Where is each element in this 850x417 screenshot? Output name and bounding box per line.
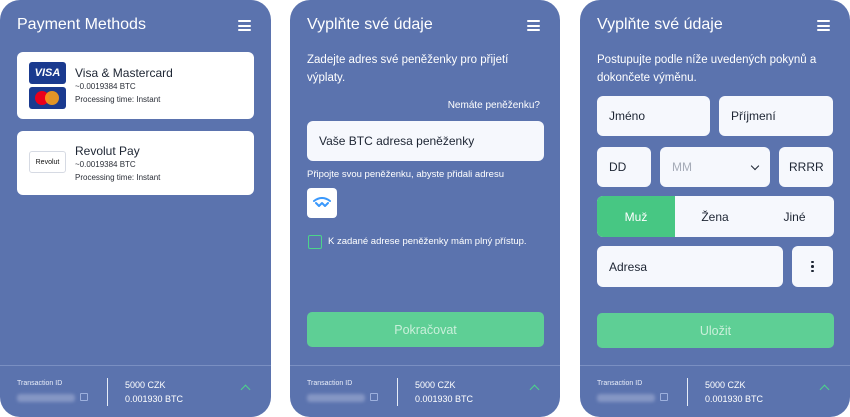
transaction-id-label: Transaction ID (17, 380, 63, 387)
payment-method-card-visa-mastercard[interactable]: VISA Visa & Mastercard ~0.0019384 BTC Pr… (17, 52, 254, 119)
save-button[interactable]: Uložit (597, 313, 834, 348)
birth-month-value: MM (672, 160, 692, 174)
payment-method-time: Processing time: Instant (75, 173, 161, 182)
intro-text: Postupujte podle níže uvedených pokynů a… (597, 54, 817, 84)
transaction-id-label: Transaction ID (307, 380, 353, 387)
transaction-id-value-blurred (17, 394, 75, 402)
last-name-input[interactable]: Příjmení (719, 96, 833, 136)
transaction-footer: Transaction ID 5000 CZK 0.001930 BTC (290, 365, 560, 417)
payment-method-amount: ~0.0019384 BTC (75, 82, 136, 91)
walletconnect-button[interactable] (307, 188, 337, 218)
chevron-down-icon (750, 161, 760, 171)
transaction-id-value-blurred (307, 394, 365, 402)
payment-method-name: Revolut Pay (75, 144, 140, 158)
continue-button[interactable]: Pokračovat (307, 312, 544, 347)
gender-selector: Muž Žena Jiné (597, 196, 834, 237)
transaction-footer: Transaction ID 5000 CZK 0.001930 BTC (0, 365, 271, 417)
no-wallet-link[interactable]: Nemáte peněženku? (448, 100, 540, 111)
gender-option-male[interactable]: Muž (597, 196, 675, 237)
gender-option-female[interactable]: Žena (675, 196, 755, 237)
full-access-label: K zadané adrese peněženky mám plný příst… (328, 236, 527, 247)
address-input[interactable]: Adresa (597, 246, 783, 287)
transaction-id-value-blurred (597, 394, 655, 402)
gender-option-other[interactable]: Jiné (755, 196, 834, 237)
connect-wallet-text: Připojte svou peněženku, abyste přidali … (307, 169, 504, 180)
divider (687, 378, 688, 406)
walletconnect-icon (313, 197, 331, 207)
transaction-id-label: Transaction ID (597, 380, 643, 387)
birth-day-input[interactable]: DD (597, 147, 651, 187)
amount-btc: 0.001930 BTC (705, 394, 764, 404)
payment-methods-panel: Payment Methods VISA Visa & Mastercard ~… (0, 0, 271, 417)
payment-method-time: Processing time: Instant (75, 95, 161, 104)
intro-text: Zadejte adres své peněženky pro přijetí … (307, 54, 509, 84)
more-options-button[interactable] (792, 246, 833, 287)
amount-czk: 5000 CZK (705, 380, 746, 390)
mastercard-logo (29, 87, 66, 109)
hamburger-menu-icon[interactable] (527, 20, 540, 31)
birth-year-input[interactable]: RRRR (779, 147, 833, 187)
divider (107, 378, 108, 406)
personal-details-panel: Vyplňte své údaje Postupujte podle níže … (580, 0, 850, 417)
page-title: Vyplňte své údaje (597, 16, 723, 33)
copy-icon[interactable] (80, 393, 88, 401)
amount-btc: 0.001930 BTC (415, 394, 474, 404)
page-title: Vyplňte své údaje (307, 16, 433, 33)
first-name-input[interactable]: Jméno (597, 96, 710, 136)
amount-czk: 5000 CZK (415, 380, 456, 390)
visa-logo: VISA (29, 62, 66, 84)
payment-method-card-revolut[interactable]: Revolut Revolut Pay ~0.0019384 BTC Proce… (17, 131, 254, 195)
revolut-logo: Revolut (29, 151, 66, 173)
hamburger-menu-icon[interactable] (238, 20, 251, 31)
amount-btc: 0.001930 BTC (125, 394, 184, 404)
chevron-up-icon[interactable] (529, 384, 540, 395)
payment-method-amount: ~0.0019384 BTC (75, 160, 136, 169)
hamburger-menu-icon[interactable] (817, 20, 830, 31)
amount-czk: 5000 CZK (125, 380, 166, 390)
transaction-footer: Transaction ID 5000 CZK 0.001930 BTC (580, 365, 850, 417)
chevron-up-icon[interactable] (819, 384, 830, 395)
wallet-details-panel: Vyplňte své údaje Zadejte adres své peně… (290, 0, 560, 417)
divider (397, 378, 398, 406)
btc-wallet-address-input[interactable]: Vaše BTC adresa peněženky (307, 121, 544, 161)
page-title: Payment Methods (17, 16, 146, 33)
full-access-checkbox[interactable] (308, 235, 322, 249)
birth-month-select[interactable]: MM (660, 147, 770, 187)
payment-method-name: Visa & Mastercard (75, 66, 173, 80)
copy-icon[interactable] (370, 393, 378, 401)
copy-icon[interactable] (660, 393, 668, 401)
chevron-up-icon[interactable] (240, 384, 251, 395)
